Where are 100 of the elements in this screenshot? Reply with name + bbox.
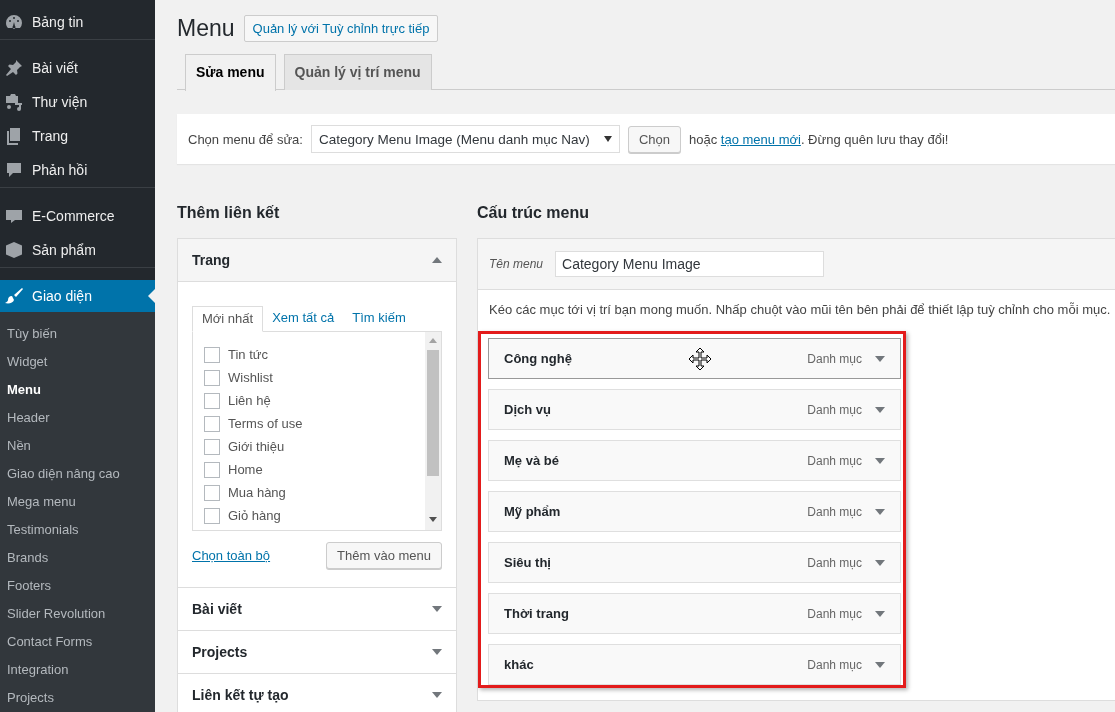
submenu-item[interactable]: Header: [0, 404, 155, 432]
accordion-header[interactable]: Projects: [178, 631, 456, 673]
checkbox-label: Wishlist: [228, 370, 273, 385]
expand-arrow-icon: [875, 457, 885, 464]
expand-arrow-icon: [432, 606, 442, 612]
expand-arrow-icon: [875, 661, 885, 668]
category-entry[interactable]: Dịch vụ Danh mục: [488, 389, 901, 430]
item-title: Thời trang: [504, 606, 569, 621]
checkbox[interactable]: [204, 461, 220, 478]
item-title: Siêu thị: [504, 555, 551, 570]
page-tab[interactable]: Quản lý vị trí menu: [283, 54, 432, 90]
item-type: Danh mục: [807, 453, 862, 468]
submenu-item[interactable]: Projects: [0, 684, 155, 712]
hint-text: hoặc tạo menu mới. Đừng quên lưu thay đổi!: [689, 131, 949, 147]
submenu-item[interactable]: Testimonials: [0, 516, 155, 544]
item-title: khác: [504, 657, 534, 672]
item-title: Dịch vụ: [504, 402, 551, 417]
panel-tab[interactable]: Xem tất cả: [263, 306, 344, 331]
submenu-item[interactable]: Contact Forms: [0, 628, 155, 656]
item-type: Danh mục: [807, 555, 862, 570]
expand-arrow-icon: [432, 692, 442, 698]
checkbox[interactable]: [204, 484, 220, 501]
expand-arrow-icon: [875, 355, 885, 362]
item-type: Danh mục: [807, 606, 862, 621]
checkbox[interactable]: [204, 415, 220, 432]
section-heading: Cấu trúc menu: [477, 204, 590, 222]
submenu-item[interactable]: Mega menu: [0, 488, 155, 516]
checkbox-label: Giới thiệu: [228, 439, 285, 454]
item-title: Mỹ phẩm: [504, 504, 561, 519]
item-title: Mẹ và bé: [504, 453, 559, 468]
field-label: Tên menu: [489, 257, 544, 271]
add-to-menu-button[interactable]: Thêm vào menu: [326, 542, 442, 569]
paintbrush-icon: [4, 286, 24, 306]
sidebar-item[interactable]: Giao diện: [0, 280, 155, 312]
category-entry[interactable]: Thời trang Danh mục: [488, 593, 901, 634]
item-title: Công nghệ: [504, 351, 572, 366]
pin-icon: [4, 58, 24, 78]
media-icon: [4, 92, 24, 112]
menu-name-field[interactable]: Category Menu Image: [555, 251, 825, 277]
sidebar-item[interactable]: Bảng tin: [0, 5, 155, 39]
submenu-item[interactable]: Widget: [0, 348, 155, 376]
select-label: Chọn menu để sửa:: [188, 131, 303, 147]
checkbox-label: Mua hàng: [228, 485, 286, 500]
menu-dropdown[interactable]: Category Menu Image (Menu danh mục Nav): [310, 125, 620, 153]
speech-bubble-icon: [4, 160, 24, 180]
expand-arrow-icon: [875, 559, 885, 566]
move-cursor-icon: [688, 347, 712, 371]
item-type: Danh mục: [807, 402, 862, 417]
panel-tab[interactable]: Tìm kiếm: [343, 306, 415, 331]
category-entry[interactable]: Siêu thị Danh mục: [488, 542, 901, 583]
panel-tab[interactable]: Mới nhất: [192, 306, 264, 332]
submenu-item[interactable]: Slider Revolution: [0, 600, 155, 628]
new-menu-link[interactable]: tạo menu mới: [720, 131, 801, 147]
select-all-link[interactable]: Chọn toàn bộ: [192, 548, 271, 563]
category-entry[interactable]: Công nghệ Danh mục: [488, 338, 901, 379]
category-entry[interactable]: khác Danh mục: [488, 644, 901, 685]
submenu-item[interactable]: Menu: [0, 376, 155, 404]
page-title: Menu: [177, 15, 235, 42]
accordion-header[interactable]: Trang: [178, 239, 456, 282]
sidebar-item[interactable]: Phản hồi: [0, 153, 155, 187]
category-entry[interactable]: Mỹ phẩm Danh mục: [488, 491, 901, 532]
page-tab[interactable]: Sửa menu: [185, 54, 276, 91]
accordion-header[interactable]: Bài viết: [178, 588, 456, 630]
sidebar-item[interactable]: E-Commerce: [0, 199, 155, 233]
checkbox[interactable]: [204, 346, 220, 363]
expand-arrow-icon: [875, 508, 885, 515]
sidebar-item[interactable]: Sản phẩm: [0, 233, 155, 267]
checkbox[interactable]: [204, 438, 220, 455]
submenu-item[interactable]: Brands: [0, 544, 155, 572]
category-entry[interactable]: Mẹ và bé Danh mục: [488, 440, 901, 481]
checkbox-label: Liên hệ: [228, 393, 271, 408]
submenu-item[interactable]: Nền: [0, 432, 155, 460]
checkbox[interactable]: [204, 369, 220, 386]
expand-arrow-icon: [875, 406, 885, 413]
checkbox-label: Terms of use: [228, 416, 303, 431]
checkbox-label: Home: [228, 462, 263, 477]
submenu-item[interactable]: Integration: [0, 656, 155, 684]
submenu-item[interactable]: Giao diện nâng cao: [0, 460, 155, 488]
sidebar-item[interactable]: Bài viết: [0, 51, 155, 85]
caret-icon: [603, 136, 612, 142]
submenu-item[interactable]: Footers: [0, 572, 155, 600]
checkbox-label: Giỏ hàng: [228, 508, 281, 523]
checkbox-label: Tin tức: [228, 347, 268, 362]
customizer-button[interactable]: Quản lý với Tuỳ chỉnh trực tiếp: [243, 15, 439, 42]
collapse-arrow-icon: [432, 257, 442, 263]
gauge-icon: [4, 12, 24, 32]
checkbox[interactable]: [204, 507, 220, 524]
accordion-header[interactable]: Liên kết tự tạo: [178, 674, 456, 712]
item-type: Danh mục: [807, 351, 862, 366]
submenu-item[interactable]: Tùy biến: [0, 320, 155, 348]
box-icon: [4, 240, 24, 260]
expand-arrow-icon: [432, 649, 442, 655]
item-type: Danh mục: [807, 504, 862, 519]
item-type: Danh mục: [807, 657, 862, 672]
expand-arrow-icon: [875, 610, 885, 617]
select-button[interactable]: Chọn: [627, 125, 681, 153]
section-heading: Thêm liên kết: [177, 204, 281, 222]
sidebar-item[interactable]: Trang: [0, 119, 155, 153]
sidebar-item[interactable]: Thư viện: [0, 85, 155, 119]
checkbox[interactable]: [204, 392, 220, 409]
